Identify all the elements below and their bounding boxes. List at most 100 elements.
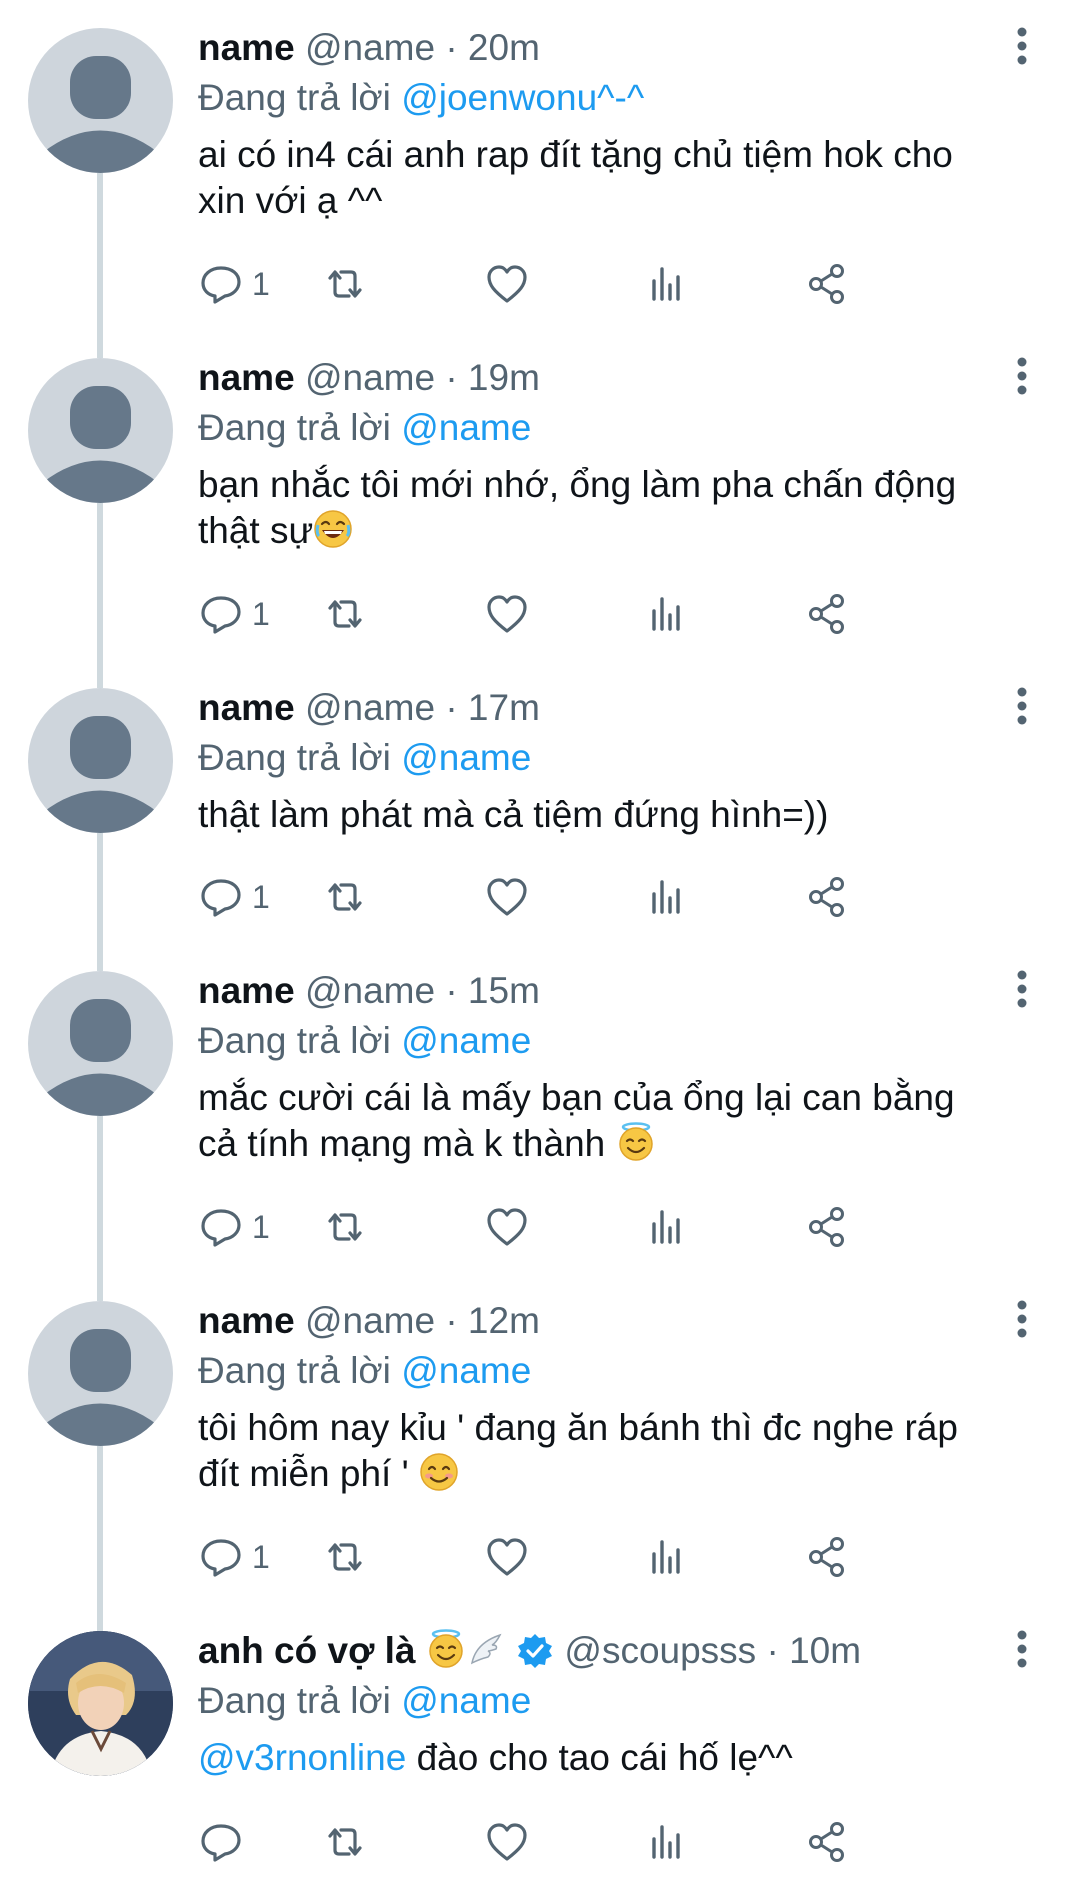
analytics-button[interactable] (644, 1532, 690, 1582)
reply-button[interactable] (198, 1817, 252, 1867)
retweet-button[interactable] (322, 1202, 368, 1252)
default-avatar-icon (42, 716, 159, 833)
reply-mention[interactable]: @name (401, 407, 531, 448)
tweet[interactable]: anh có vợ là @scoupsss · 10m Đang trả lờ… (0, 1603, 1080, 1882)
default-avatar-icon (42, 56, 159, 173)
like-icon (487, 1208, 527, 1246)
thread-line (97, 173, 103, 330)
tweet[interactable]: name @name · 12m Đang trả lời @name tôi … (0, 1273, 1080, 1603)
analytics-button[interactable] (644, 259, 690, 309)
text-mention[interactable]: @v3rnonline (198, 1737, 406, 1778)
reply-icon (201, 266, 241, 304)
smiling-face-icon (420, 1453, 458, 1491)
display-name[interactable]: name (198, 687, 295, 728)
analytics-button[interactable] (644, 872, 690, 922)
share-icon (809, 1537, 844, 1577)
tweet-text: tôi hôm nay kỉu ' đang ăn bánh thì đc ng… (198, 1405, 998, 1497)
analytics-icon (652, 880, 680, 914)
more-icon[interactable] (1004, 1629, 1040, 1669)
display-name[interactable]: name (198, 970, 295, 1011)
reply-mention[interactable]: @name (401, 1350, 531, 1391)
share-button[interactable] (804, 1817, 850, 1867)
tweet[interactable]: name @name · 17m Đang trả lời @name thật… (0, 660, 1080, 943)
avatar[interactable] (28, 1301, 173, 1446)
display-name[interactable]: anh có vợ là (198, 1630, 426, 1671)
reply-button[interactable]: 1 (198, 1532, 270, 1582)
reply-mention[interactable]: @name (401, 737, 531, 778)
display-name[interactable]: name (198, 357, 295, 398)
share-button[interactable] (804, 259, 850, 309)
analytics-icon (652, 1540, 680, 1574)
analytics-button[interactable] (644, 589, 690, 639)
tweet-actions: 1 (198, 1532, 1018, 1582)
share-icon (809, 1822, 844, 1862)
share-button[interactable] (804, 872, 850, 922)
reply-button[interactable]: 1 (198, 1202, 270, 1252)
replying-label: Đang trả lời (198, 407, 391, 448)
more-icon[interactable] (1004, 356, 1040, 396)
avatar[interactable] (28, 971, 173, 1116)
tweet-actions: 1 (198, 589, 1018, 639)
replying-to: Đang trả lời @name (198, 1347, 998, 1395)
reply-mention[interactable]: @joenwonu^-^ (401, 77, 644, 118)
halo-face-icon (429, 1629, 463, 1668)
tweet-text: thật làm phát mà cả tiệm đứng hình=)) (198, 792, 998, 838)
halo-face-icon (618, 1122, 653, 1161)
retweet-icon (328, 600, 362, 628)
retweet-button[interactable] (322, 872, 368, 922)
analytics-icon (652, 597, 680, 631)
avatar[interactable] (28, 688, 173, 833)
retweet-button[interactable] (322, 1817, 368, 1867)
reply-count: 1 (252, 265, 270, 302)
retweet-button[interactable] (322, 259, 368, 309)
verified-icon (518, 1634, 553, 1668)
reply-icon (201, 1209, 241, 1247)
more-icon[interactable] (1004, 26, 1040, 66)
reply-button[interactable]: 1 (198, 259, 270, 309)
more-icon[interactable] (1004, 969, 1040, 1009)
like-button[interactable] (484, 1817, 530, 1867)
share-icon (809, 1207, 844, 1247)
retweet-icon (328, 1213, 362, 1241)
replying-label: Đang trả lời (198, 1680, 391, 1721)
tweet[interactable]: name @name · 19m Đang trả lời @name bạn … (0, 330, 1080, 660)
tweet[interactable]: name @name · 15m Đang trả lời @name mắc … (0, 943, 1080, 1273)
reply-mention[interactable]: @name (401, 1020, 531, 1061)
analytics-button[interactable] (644, 1202, 690, 1252)
more-icon[interactable] (1004, 686, 1040, 726)
analytics-button[interactable] (644, 1817, 690, 1867)
avatar[interactable] (28, 28, 173, 173)
retweet-button[interactable] (322, 589, 368, 639)
tweet-text-content: đào cho tao cái hố lẹ^^ (406, 1737, 793, 1778)
display-name[interactable]: name (198, 27, 295, 68)
thread-line (97, 1273, 103, 1301)
reply-button[interactable]: 1 (198, 589, 270, 639)
handle-time: @name · 20m (304, 27, 540, 68)
reply-mention[interactable]: @name (401, 1680, 531, 1721)
like-button[interactable] (484, 1532, 530, 1582)
share-button[interactable] (804, 589, 850, 639)
share-icon (809, 877, 844, 917)
like-icon (487, 265, 527, 303)
share-icon (809, 264, 844, 304)
reply-icon (201, 879, 241, 917)
tweet[interactable]: name @name · 20m Đang trả lời @joenwonu^… (0, 0, 1080, 330)
avatar[interactable] (28, 1631, 173, 1776)
analytics-icon (652, 267, 680, 301)
tweet-header: name @name · 20m (198, 22, 998, 74)
like-button[interactable] (484, 259, 530, 309)
share-button[interactable] (804, 1532, 850, 1582)
reply-icon (201, 596, 241, 634)
like-button[interactable] (484, 1202, 530, 1252)
replying-label: Đang trả lời (198, 1020, 391, 1061)
like-button[interactable] (484, 872, 530, 922)
replying-to: Đang trả lời @name (198, 734, 998, 782)
handle-time: @name · 19m (304, 357, 540, 398)
avatar[interactable] (28, 358, 173, 503)
more-icon[interactable] (1004, 1299, 1040, 1339)
like-button[interactable] (484, 589, 530, 639)
display-name[interactable]: name (198, 1300, 295, 1341)
reply-button[interactable]: 1 (198, 872, 270, 922)
retweet-button[interactable] (322, 1532, 368, 1582)
share-button[interactable] (804, 1202, 850, 1252)
